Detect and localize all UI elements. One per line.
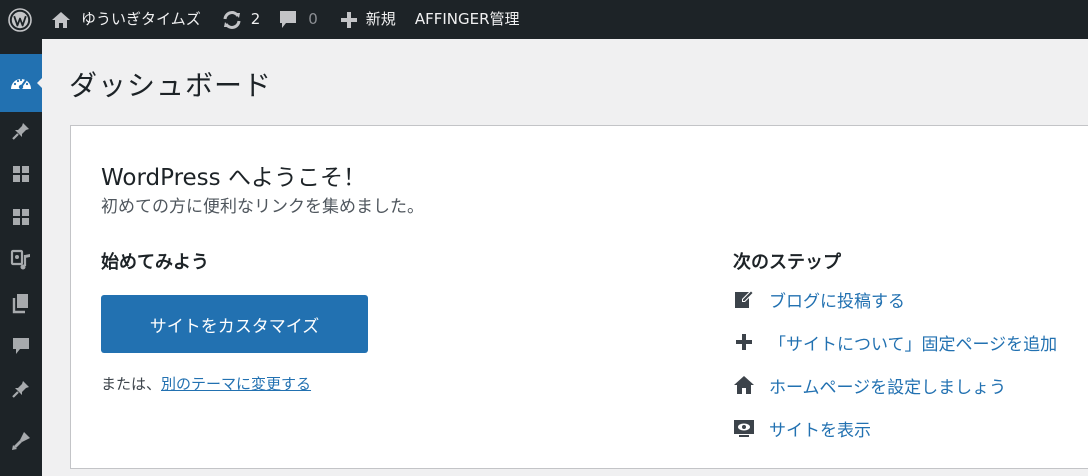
welcome-title: WordPress へようこそ！ xyxy=(101,165,366,191)
view-site-label: サイトを表示 xyxy=(769,420,871,441)
admin-sidebar xyxy=(0,39,43,476)
sidebar-item-pages[interactable] xyxy=(0,287,42,319)
sidebar-item-appearance[interactable] xyxy=(0,425,42,457)
updates-count: 2 xyxy=(250,10,261,28)
pin-icon xyxy=(12,123,29,140)
alt-theme-prefix: または、 xyxy=(101,375,162,393)
pin-icon xyxy=(12,381,29,398)
sidebar-item-blocks-2[interactable] xyxy=(0,201,42,233)
home-icon xyxy=(52,11,70,28)
blocks-icon xyxy=(13,166,29,182)
comments-link[interactable]: 0 xyxy=(278,0,318,39)
blocks-icon xyxy=(13,209,29,225)
sidebar-item-pin-2[interactable] xyxy=(0,373,42,405)
site-name-label: ゆういぎタイムズ xyxy=(81,10,201,28)
view-icon xyxy=(734,420,754,437)
write-post-label: ブログに投稿する xyxy=(769,291,905,312)
start-heading: 始めてみよう xyxy=(101,252,209,273)
updates-icon xyxy=(223,10,241,29)
affinger-menu-link[interactable]: AFFINGER管理 xyxy=(415,0,520,39)
wordpress-logo-button[interactable] xyxy=(0,0,40,39)
new-content-link[interactable]: 新規 xyxy=(340,0,396,39)
sidebar-item-media[interactable] xyxy=(0,244,42,276)
dashboard-icon xyxy=(11,78,31,90)
customize-site-button[interactable]: サイトをカスタマイズ xyxy=(101,295,368,353)
change-theme-link[interactable]: 別のテーマに変更する xyxy=(161,375,311,393)
plus-icon xyxy=(736,334,752,350)
comment-icon xyxy=(13,338,29,354)
sidebar-item-comments[interactable] xyxy=(0,330,42,362)
setup-homepage-label: ホームページを設定しましょう xyxy=(769,377,1007,398)
media-icon xyxy=(10,249,30,270)
plus-icon xyxy=(340,11,357,28)
site-name-link[interactable]: ゆういぎタイムズ xyxy=(51,0,201,39)
brush-icon xyxy=(12,432,30,450)
page-title: ダッシュボード xyxy=(69,69,273,102)
welcome-subtitle: 初めての方に便利なリンクを集めました。 xyxy=(101,197,424,217)
pages-icon xyxy=(12,294,28,314)
sidebar-item-posts[interactable] xyxy=(0,115,42,147)
new-label: 新規 xyxy=(365,10,396,28)
view-site-link[interactable]: サイトを表示 xyxy=(733,415,871,441)
comments-count: 0 xyxy=(308,10,318,28)
admin-bar: ゆういぎタイムズ 2 0 新規 AFFINGER管理 xyxy=(0,0,1088,39)
add-about-page-link[interactable]: 「サイトについて」固定ページを追加 xyxy=(733,329,1057,355)
sidebar-item-blocks-1[interactable] xyxy=(0,158,42,190)
add-about-page-label: 「サイトについて」固定ページを追加 xyxy=(769,334,1058,355)
alt-theme-text: または、別のテーマに変更する xyxy=(101,373,311,394)
next-steps-heading: 次のステップ xyxy=(733,252,841,273)
edit-icon xyxy=(735,290,754,308)
sidebar-item-dashboard[interactable] xyxy=(0,54,43,112)
updates-link[interactable]: 2 xyxy=(221,0,261,39)
setup-homepage-link[interactable]: ホームページを設定しましょう xyxy=(733,372,1006,398)
write-post-link[interactable]: ブログに投稿する xyxy=(733,286,905,312)
comment-icon xyxy=(280,11,297,28)
wordpress-icon xyxy=(8,7,32,32)
welcome-panel: WordPress へようこそ！ 初めての方に便利なリンクを集めました。 始めて… xyxy=(70,125,1088,469)
home-icon xyxy=(734,376,754,394)
affinger-label: AFFINGER管理 xyxy=(414,10,520,28)
